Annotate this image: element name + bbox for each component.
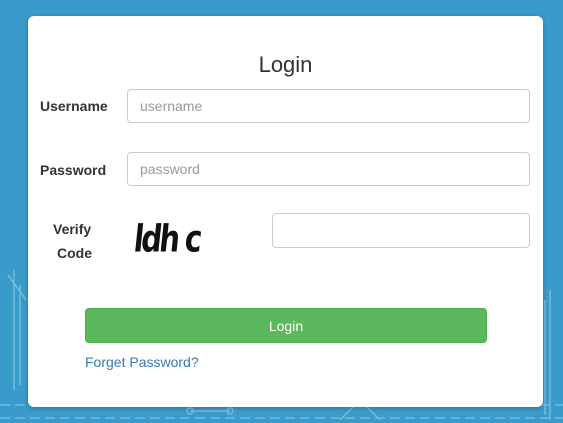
password-label: Password xyxy=(40,162,107,178)
captcha-text: ldh c xyxy=(135,217,203,260)
login-button[interactable]: Login xyxy=(85,308,487,343)
username-input[interactable] xyxy=(127,89,530,123)
password-input[interactable] xyxy=(127,152,530,186)
verify-code-label-line1: Verify xyxy=(53,221,92,237)
verify-code-label-line2: Code xyxy=(57,245,92,261)
login-title: Login xyxy=(258,52,313,77)
verify-code-input[interactable] xyxy=(272,213,530,248)
login-card: Login Username Password Verify Code ldh … xyxy=(28,16,543,407)
captcha-image: ldh c xyxy=(135,217,203,260)
username-label: Username xyxy=(40,98,108,114)
forget-password-link[interactable]: Forget Password? xyxy=(85,354,199,370)
